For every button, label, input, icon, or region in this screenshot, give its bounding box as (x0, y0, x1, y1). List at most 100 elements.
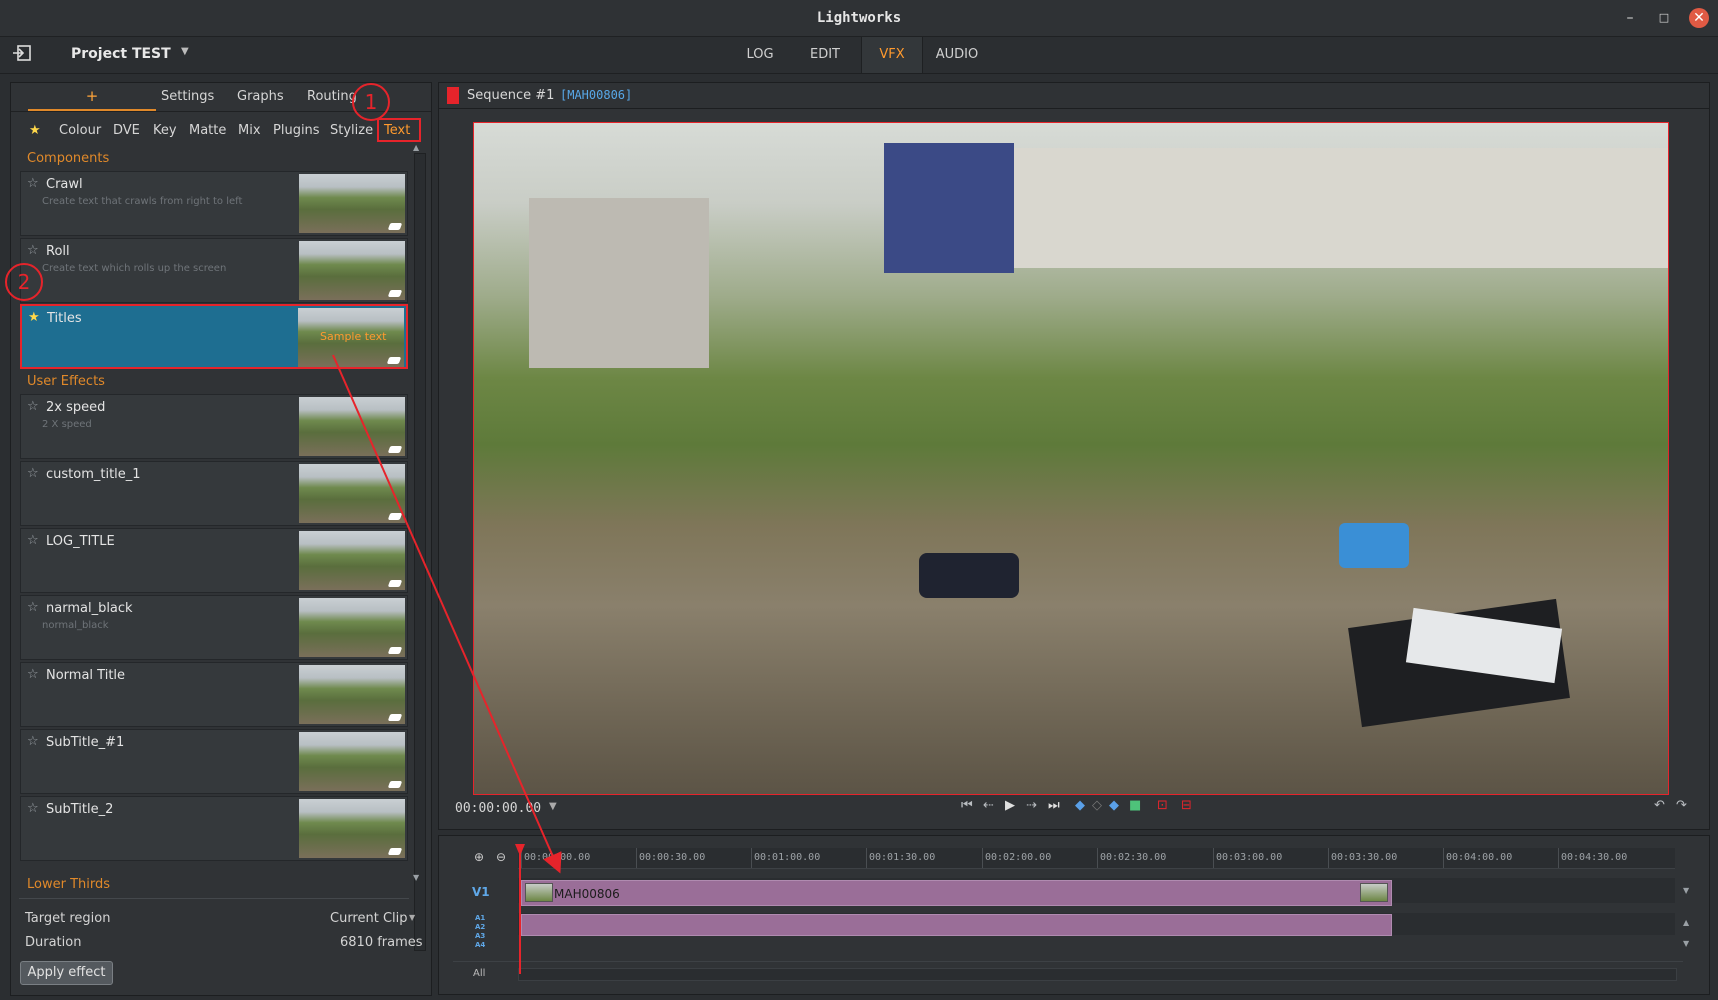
tab-log[interactable]: LOG (735, 37, 785, 73)
effect-name: custom_title_1 (46, 467, 141, 482)
effect-thumbnail (299, 598, 405, 657)
undo-icon[interactable]: ↶ (1654, 798, 1665, 813)
track-label-a2[interactable]: A2 (475, 923, 485, 931)
effect-titles[interactable]: ★ Titles Sample text (20, 304, 408, 369)
sequence-clip-name: [MAH00806] (560, 88, 633, 102)
track-label-a3[interactable]: A3 (475, 932, 485, 940)
effect-crawl[interactable]: ☆ Crawl Create text that crawls from rig… (20, 171, 408, 236)
section-lower-thirds: Lower Thirds (27, 877, 111, 892)
audio-scroll-down-icon[interactable]: ▼ (1683, 939, 1689, 948)
track-label-v1[interactable]: V1 (472, 885, 490, 899)
favorite-star-icon[interactable]: ☆ (27, 667, 39, 682)
tab-routing[interactable]: Routing (307, 89, 357, 104)
tab-audio[interactable]: AUDIO (932, 37, 982, 73)
effect-description: normal_black (42, 620, 109, 631)
target-region-dropdown-icon[interactable]: ▼ (409, 913, 415, 922)
sequence-title: Sequence #1 (467, 88, 555, 103)
step-forward-icon[interactable]: ⇢ (1026, 798, 1037, 813)
target-region-select[interactable]: Current Clip (330, 911, 408, 926)
remove-icon[interactable]: ⊟ (1181, 798, 1192, 813)
scroll-up-icon[interactable]: ▲ (413, 143, 419, 152)
favorite-star-icon[interactable]: ☆ (27, 176, 39, 191)
mark-out-icon[interactable]: ◆ (1109, 798, 1119, 813)
effect-custom-title-1[interactable]: ☆ custom_title_1 (20, 461, 408, 526)
playhead-handle[interactable] (515, 844, 525, 856)
mark-in-icon[interactable]: ◆ (1075, 798, 1085, 813)
ruler-tick: 00:00:00.00 (524, 852, 591, 863)
category-matte[interactable]: Matte (189, 123, 226, 138)
effect-description: Create text that crawls from right to le… (42, 196, 243, 207)
first-icon[interactable]: ⏮ (961, 798, 973, 813)
favorites-star-icon[interactable]: ★ (29, 123, 41, 138)
apply-effect-button[interactable]: Apply effect (20, 961, 113, 985)
clip-end-thumbnail (1360, 883, 1388, 902)
category-key[interactable]: Key (153, 123, 177, 138)
effect-2x-speed[interactable]: ☆ 2x speed 2 X speed (20, 394, 408, 459)
audio-scroll-up-icon[interactable]: ▲ (1683, 918, 1689, 927)
favorite-star-icon[interactable]: ☆ (27, 243, 39, 258)
timeline-panel: ⊕ ⊖ 00:00:00.00 00:00:30.00 00:01:00.00 … (438, 835, 1710, 995)
effect-log-title[interactable]: ☆ LOG_TITLE (20, 528, 408, 593)
tab-edit[interactable]: EDIT (800, 37, 850, 73)
effect-thumbnail (299, 174, 405, 233)
play-icon[interactable]: ▶ (1005, 798, 1015, 813)
favorite-star-icon[interactable]: ☆ (27, 801, 39, 816)
scroll-down-icon[interactable]: ▼ (413, 873, 419, 882)
all-tracks-bar[interactable] (518, 968, 1677, 981)
favorite-star-icon[interactable]: ★ (28, 310, 40, 325)
category-plugins[interactable]: Plugins (273, 123, 320, 138)
viewer-panel: Sequence #1 [MAH00806] 00:00:00.00 ▼ ⏮ ⇠… (438, 82, 1710, 830)
marker-icon[interactable]: ■ (1129, 798, 1141, 813)
effect-subtitle-1[interactable]: ☆ SubTitle_#1 (20, 729, 408, 794)
step-back-icon[interactable]: ⇠ (983, 798, 994, 813)
video-preview[interactable] (473, 122, 1669, 795)
category-stylize[interactable]: Stylize (330, 123, 373, 138)
effect-subtitle-2[interactable]: ☆ SubTitle_2 (20, 796, 408, 861)
favorite-star-icon[interactable]: ☆ (27, 466, 39, 481)
ruler-tick: 00:03:00.00 (1216, 852, 1283, 863)
zoom-in-icon[interactable]: ⊕ (474, 850, 484, 864)
project-name[interactable]: Project TEST (71, 46, 171, 62)
tab-settings[interactable]: Settings (161, 89, 214, 104)
duration-value[interactable]: 6810 frames (340, 935, 423, 950)
favorite-star-icon[interactable]: ☆ (27, 399, 39, 414)
tab-vfx[interactable]: VFX (861, 37, 923, 73)
timecode-display[interactable]: 00:00:00.00 (455, 801, 541, 816)
timeline-clip-video[interactable]: MAH00806 (521, 880, 1392, 906)
zoom-out-icon[interactable]: ⊖ (496, 850, 506, 864)
playhead[interactable] (519, 844, 521, 974)
lift-icon[interactable]: ⊡ (1157, 798, 1168, 813)
track-label-a1[interactable]: A1 (475, 914, 485, 922)
track-label-a4[interactable]: A4 (475, 941, 485, 949)
track-scroll-down-icon[interactable]: ▼ (1683, 886, 1689, 895)
project-dropdown-icon[interactable]: ▼ (181, 46, 189, 57)
all-tracks-label[interactable]: All (473, 968, 485, 979)
favorite-star-icon[interactable]: ☆ (27, 533, 39, 548)
tab-graphs[interactable]: Graphs (237, 89, 284, 104)
redo-icon[interactable]: ↷ (1676, 798, 1687, 813)
minimize-button[interactable]: – (1620, 8, 1640, 28)
effects-scrollbar[interactable] (414, 153, 426, 951)
timecode-dropdown-icon[interactable]: ▼ (549, 801, 557, 812)
effect-name: SubTitle_#1 (46, 735, 125, 750)
title-bar: Lightworks – □ ✕ (0, 0, 1718, 37)
favorite-star-icon[interactable]: ☆ (27, 734, 39, 749)
close-button[interactable]: ✕ (1689, 8, 1709, 28)
exit-project-icon[interactable] (12, 45, 32, 65)
effect-name: 2x speed (46, 400, 106, 415)
effect-narmal-black[interactable]: ☆ narmal_black normal_black (20, 595, 408, 660)
clear-mark-icon[interactable]: ◇ (1092, 798, 1102, 813)
effect-roll[interactable]: ☆ Roll Create text which rolls up the sc… (20, 238, 408, 303)
effect-name: Crawl (46, 177, 83, 192)
favorite-star-icon[interactable]: ☆ (27, 600, 39, 615)
tab-effects-add[interactable]: + (28, 83, 156, 111)
category-mix[interactable]: Mix (238, 123, 261, 138)
category-colour[interactable]: Colour (59, 123, 101, 138)
category-dve[interactable]: DVE (113, 123, 140, 138)
last-icon[interactable]: ⏭ (1048, 798, 1060, 813)
timeline-clip-audio[interactable] (521, 914, 1392, 936)
maximize-button[interactable]: □ (1654, 8, 1674, 28)
effect-normal-title[interactable]: ☆ Normal Title (20, 662, 408, 727)
timeline-ruler[interactable]: 00:00:00.00 00:00:30.00 00:01:00.00 00:0… (518, 848, 1675, 869)
sequence-flag-icon (447, 87, 459, 104)
